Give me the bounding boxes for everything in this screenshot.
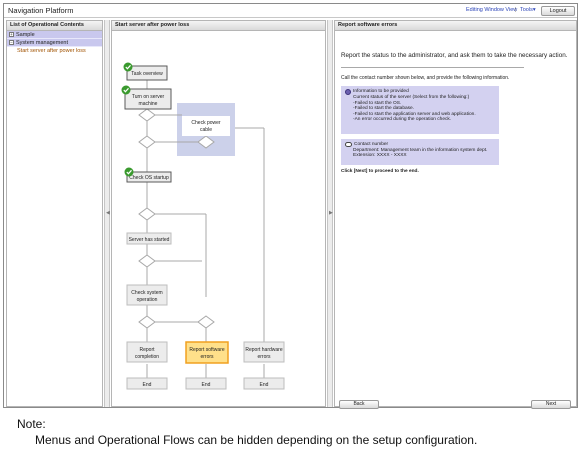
node-label: Report [139,347,155,353]
node-label: Check OS startup [129,175,169,181]
panel-title: Start server after power loss [112,21,325,31]
info-line: -An error occurred during the operation … [353,117,452,122]
left-splitter[interactable]: ◀ [104,20,110,407]
decision-diamond[interactable] [138,254,156,268]
logout-button[interactable]: Logout [541,6,575,16]
panel-title: Report software errors [335,21,576,31]
step-instruction: Report the status to the administrator, … [341,52,568,59]
next-button[interactable]: Next [531,400,571,409]
right-splitter[interactable]: ▶ [327,20,333,407]
decision-diamond[interactable] [138,207,156,221]
operational-contents-panel: List of Operational Contents + Sample − Sy… [6,20,103,407]
collapse-right-icon[interactable]: ▶ [329,210,333,216]
check-icon [123,62,133,72]
info-heading: Information to be provided [353,89,409,95]
decision-diamond[interactable] [138,108,156,122]
expand-icon[interactable]: + [9,32,14,37]
tree-item-system-management[interactable]: − System management [7,39,102,47]
node-label: Server has started [129,237,170,243]
tree-item-label: System management [16,40,68,46]
operational-flow-panel: Start server after power loss Task overv… [111,20,326,407]
node-label: completion [135,354,159,360]
collapse-icon[interactable]: − [9,40,14,45]
node-label: cable [200,127,212,133]
node-label: Check power [191,120,221,126]
back-button[interactable]: Back [339,400,379,409]
flow-diagram: Task overview Turn on server machine Che… [121,62,285,390]
tree-item-sample[interactable]: + Sample [7,31,102,39]
node-label: machine [139,101,158,107]
check-icon [124,167,134,177]
node-label: End [202,382,211,388]
speech-bubble-icon [345,142,352,148]
call-instruction: Call the contact number shown below, and… [341,75,510,81]
node-label: errors [257,354,271,360]
decision-diamond[interactable] [197,315,215,329]
information-box: Information to be provided Current statu… [341,86,499,134]
info-icon [345,89,351,95]
tree-item-start-server[interactable]: Start server after power loss [7,47,102,55]
header-bar: Navigation Platform Editing Window View … [4,4,577,18]
note-text: Menus and Operational Flows can be hidde… [35,433,478,447]
contact-heading: Contact number [354,142,389,147]
node-label: operation [137,297,158,303]
check-icon [121,85,131,95]
next-instruction: Click [Next] to proceed to the end. [341,169,419,174]
decision-diamond[interactable] [138,315,156,329]
app-window: Navigation Platform Editing Window View … [3,3,578,409]
decision-diamond[interactable] [138,135,156,149]
node-label: End [143,382,152,388]
app-title: Navigation Platform [8,6,74,15]
divider [341,67,524,68]
header-separator: | [515,7,517,13]
node-label: Task overview [131,71,163,77]
panel-title: List of Operational Contents [7,21,102,31]
node-label: End [260,382,269,388]
step-detail-panel: Report software errors Report the status… [334,20,577,409]
tree-item-label: Sample [16,32,35,38]
note-title: Note: [17,417,46,431]
node-label: Report hardware [245,347,282,353]
node-check-power-cable[interactable] [182,116,230,136]
editing-window-view-link[interactable]: Editing Window View [466,7,517,13]
node-label: errors [200,354,214,360]
contact-line: Extension: XXXX - XXXX [353,153,407,158]
collapse-left-icon[interactable]: ◀ [106,210,110,216]
node-label: Check system [131,290,162,296]
tools-menu[interactable]: Tools▾ [520,7,536,13]
node-label: Turn on server [132,94,165,100]
node-label: Report software [189,347,225,353]
contact-box: Contact number Department: Management te… [341,139,499,165]
